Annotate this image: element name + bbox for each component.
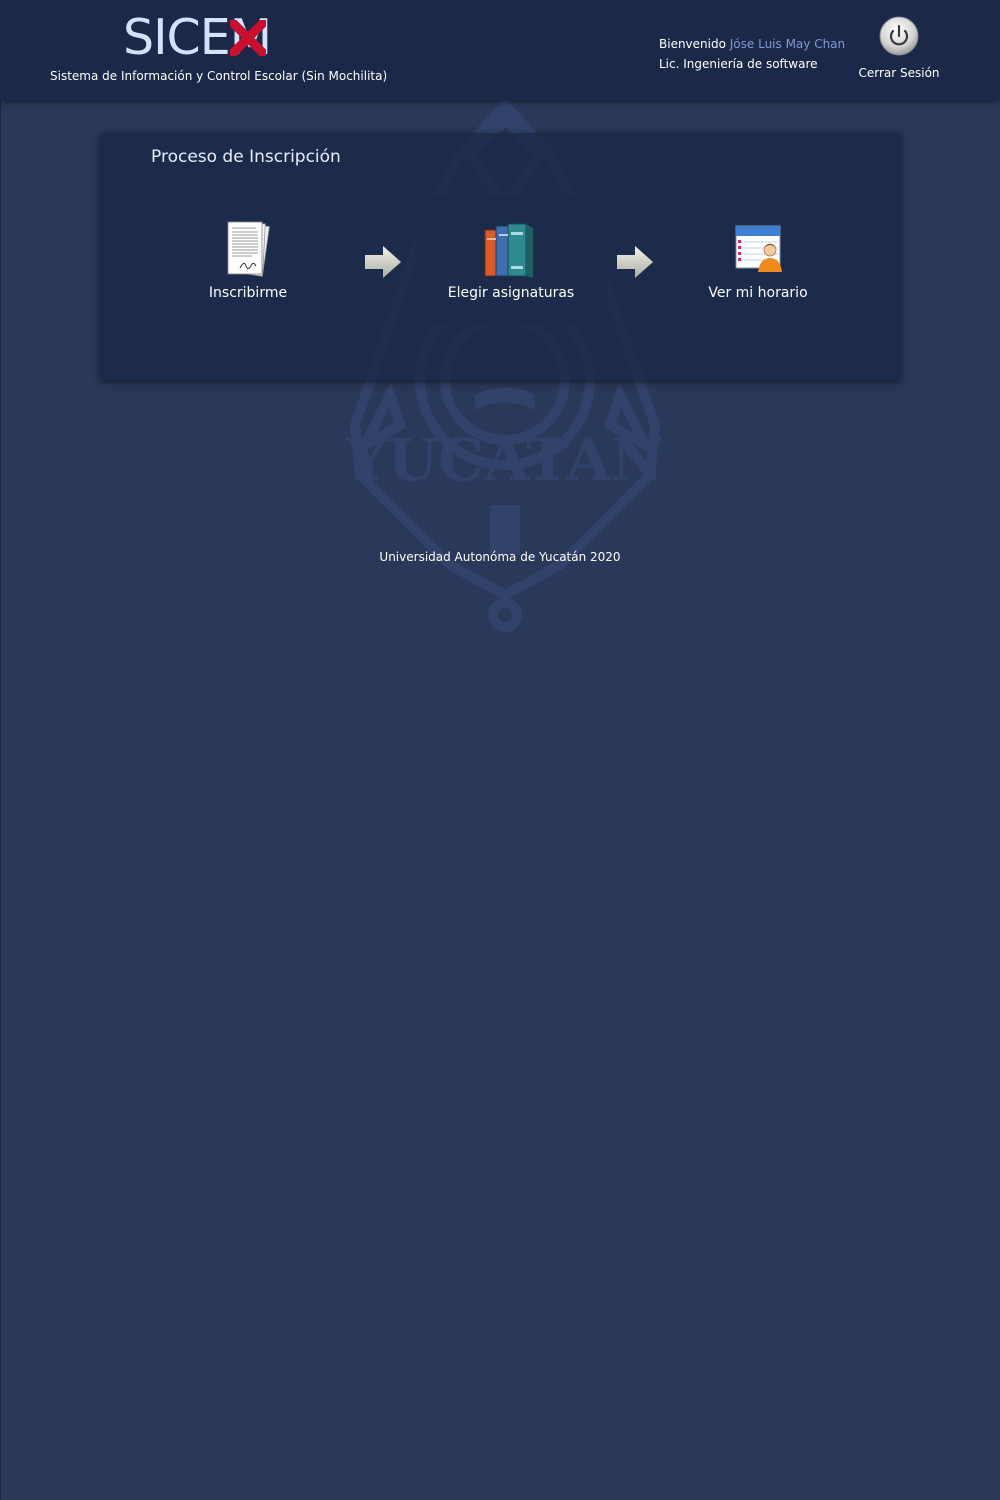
user-career: Lic. Ingeniería de software bbox=[659, 57, 818, 71]
step-card-elegir-asignaturas[interactable]: Elegir asignaturas bbox=[415, 196, 607, 324]
user-name[interactable]: Jóse Luis May Chan bbox=[730, 37, 845, 51]
step-label[interactable]: Ver mi horario bbox=[662, 285, 854, 301]
signed-documents-icon bbox=[227, 221, 270, 277]
app-subtitle: Sistema de Información y Control Escolar… bbox=[50, 69, 388, 83]
logout-label[interactable]: Cerrar Sesión bbox=[855, 66, 943, 80]
arrow-right-icon bbox=[617, 246, 653, 278]
welcome-label: Bienvenido bbox=[659, 37, 726, 51]
books-icon bbox=[484, 223, 533, 278]
red-x-icon bbox=[229, 20, 266, 56]
step-card-ver-mi-horario[interactable]: Ver mi horario bbox=[662, 196, 854, 324]
footer-text: Universidad Autonóma de Yucatán 2020 bbox=[379, 550, 621, 564]
app-logo: SICEM bbox=[123, 8, 272, 68]
schedule-user-icon bbox=[735, 225, 782, 272]
top-header: SICEM Sistema de Información y Control E… bbox=[0, 0, 1000, 100]
page-left-border bbox=[0, 0, 1, 1500]
power-icon[interactable] bbox=[879, 16, 919, 56]
logout-button[interactable]: Cerrar Sesión bbox=[855, 16, 943, 80]
welcome-line: Bienvenido Jóse Luis May Chan bbox=[659, 37, 845, 51]
logo-text: SICE bbox=[123, 9, 231, 66]
step-label[interactable]: Elegir asignaturas bbox=[415, 285, 607, 301]
arrow-right-icon bbox=[365, 246, 401, 278]
svg-text:YUCATAN: YUCATAN bbox=[345, 426, 664, 494]
enrollment-panel: Proceso de Inscripción Inscribirme Elegi… bbox=[100, 133, 901, 380]
step-label[interactable]: Inscribirme bbox=[152, 285, 344, 301]
panel-title: Proceso de Inscripción bbox=[151, 147, 341, 167]
step-card-inscribirme[interactable]: Inscribirme bbox=[152, 196, 344, 324]
